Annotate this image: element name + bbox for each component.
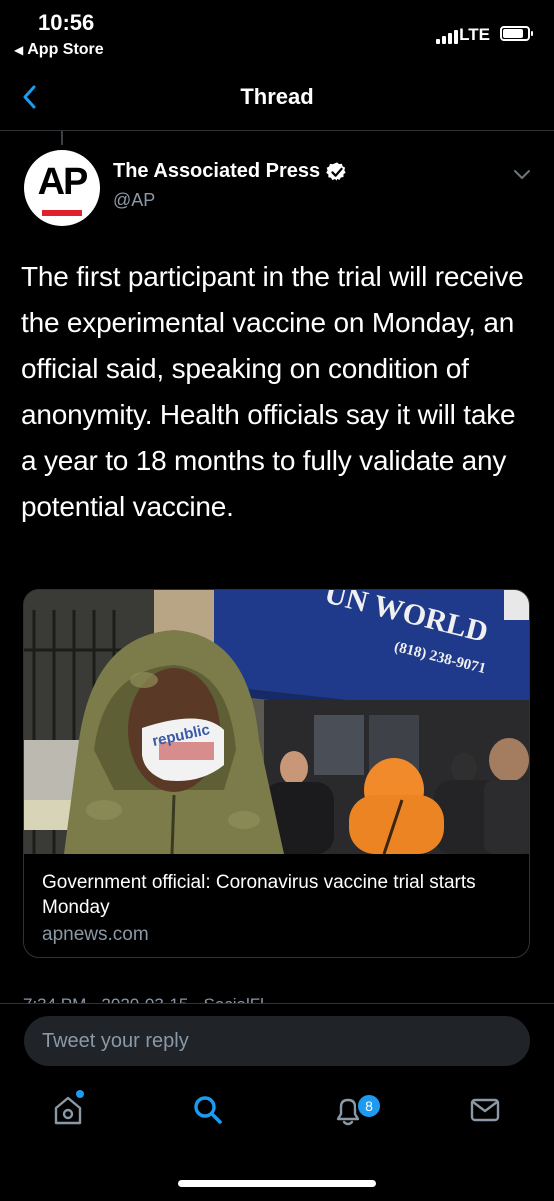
card-title: Government official: Coronavirus vaccine… bbox=[42, 872, 476, 918]
home-indicator[interactable] bbox=[178, 1180, 376, 1187]
author-handle[interactable]: @AP bbox=[113, 190, 155, 211]
avatar-red-bar bbox=[42, 210, 82, 216]
mail-icon[interactable] bbox=[467, 1092, 503, 1128]
avatar-logo-text: AP bbox=[37, 161, 89, 203]
card-image[interactable]: UN WORLD (818) 238-9071 republic bbox=[24, 590, 529, 854]
avatar[interactable]: AP bbox=[24, 150, 100, 226]
verified-badge-icon bbox=[326, 161, 346, 181]
reply-input[interactable]: Tweet your reply bbox=[24, 1016, 530, 1066]
battery-icon bbox=[500, 26, 533, 41]
card-domain: apnews.com bbox=[42, 924, 149, 945]
nav-bar: Thread bbox=[0, 70, 554, 131]
back-to-app-store[interactable]: ◀ App Store bbox=[14, 41, 104, 59]
chevron-down-icon[interactable] bbox=[512, 164, 532, 184]
network-type: LTE bbox=[459, 25, 490, 44]
author-name-row[interactable]: The Associated Press bbox=[113, 160, 348, 183]
signal-icon bbox=[436, 30, 458, 44]
link-card[interactable]: UN WORLD (818) 238-9071 republic Governm… bbox=[23, 589, 530, 958]
bottom-bar: Tweet your reply 8 bbox=[0, 1003, 554, 1201]
back-triangle-icon: ◀ bbox=[14, 43, 24, 57]
thread-connector-line bbox=[61, 131, 63, 145]
status-bar: 10:56 ◀ App Store LTE bbox=[0, 0, 554, 70]
back-app-label: App Store bbox=[27, 41, 104, 58]
page-title: Thread bbox=[240, 84, 314, 109]
status-time: 10:56 bbox=[38, 10, 95, 35]
tweet-text: The first participant in the trial will … bbox=[21, 261, 524, 522]
home-unread-dot bbox=[76, 1090, 84, 1098]
author-name: The Associated Press bbox=[113, 160, 321, 182]
notifications-badge: 8 bbox=[356, 1093, 382, 1119]
search-icon[interactable] bbox=[190, 1092, 226, 1128]
